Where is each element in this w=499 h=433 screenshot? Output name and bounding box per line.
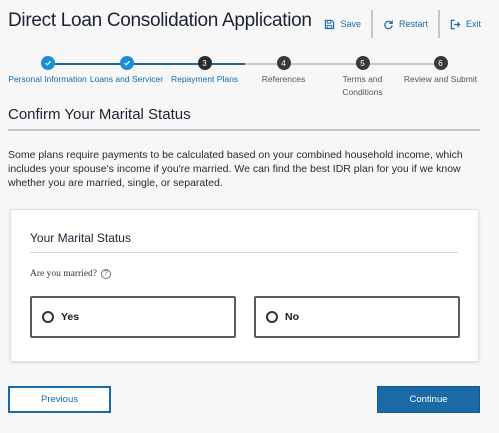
restart-icon bbox=[384, 19, 393, 29]
step-loans-and-servicer[interactable]: Loans and Servicer bbox=[87, 56, 166, 86]
check-icon bbox=[119, 56, 134, 70]
exit-icon bbox=[450, 19, 461, 29]
save-label: Save bbox=[340, 19, 361, 29]
option-yes-label: Yes bbox=[61, 311, 80, 323]
step-label: Review and Submit bbox=[403, 74, 478, 84]
exit-label: Exit bbox=[465, 19, 481, 29]
intro-text: Some plans require payments to be calcul… bbox=[8, 149, 463, 189]
save-icon bbox=[325, 19, 335, 29]
title-divider bbox=[8, 129, 480, 131]
married-question: Are you married? ? bbox=[30, 269, 111, 279]
step-personal-information[interactable]: Personal Information bbox=[8, 56, 87, 86]
help-icon[interactable]: ? bbox=[101, 269, 111, 279]
radio-yes[interactable] bbox=[42, 311, 54, 323]
previous-button[interactable]: Previous bbox=[8, 386, 111, 413]
step-label: Loans and Servicer bbox=[89, 74, 164, 84]
restart-button[interactable]: Restart bbox=[383, 11, 428, 37]
step-number: 5 bbox=[355, 56, 370, 70]
step-number: 6 bbox=[433, 56, 448, 70]
header-divider bbox=[370, 10, 373, 38]
step-review-and-submit: 6 Review and Submit bbox=[401, 56, 480, 86]
step-number: 4 bbox=[276, 56, 291, 70]
option-no-label: No bbox=[285, 311, 299, 323]
exit-button[interactable]: Exit bbox=[450, 11, 481, 37]
continue-button[interactable]: Continue bbox=[377, 386, 480, 413]
option-yes[interactable]: Yes bbox=[30, 296, 236, 338]
header-actions: Save Restart Exit bbox=[324, 10, 481, 38]
progress-stepper: Personal Information Loans and Servicer … bbox=[8, 56, 480, 100]
step-label: Personal Information bbox=[8, 74, 87, 84]
step-number: 3 bbox=[197, 56, 212, 70]
option-no[interactable]: No bbox=[254, 296, 460, 338]
step-label: References bbox=[261, 74, 306, 84]
page-title: Confirm Your Marital Status bbox=[8, 106, 191, 123]
marital-status-card: Your Marital Status Are you married? ? Y… bbox=[10, 209, 479, 362]
header-divider bbox=[437, 10, 440, 38]
radio-no[interactable] bbox=[266, 311, 278, 323]
step-references: 4 References bbox=[244, 56, 323, 86]
step-label: Terms and Conditions bbox=[342, 74, 383, 97]
question-label: Are you married? bbox=[30, 269, 97, 279]
card-title: Your Marital Status bbox=[30, 231, 131, 245]
restart-label: Restart bbox=[398, 19, 428, 29]
card-divider bbox=[30, 252, 458, 253]
check-icon bbox=[40, 56, 55, 70]
step-label: Repayment Plans bbox=[170, 74, 239, 84]
step-repayment-plans[interactable]: 3 Repayment Plans bbox=[165, 56, 244, 86]
save-button[interactable]: Save bbox=[324, 11, 361, 37]
step-terms-and-conditions: 5 Terms and Conditions bbox=[323, 56, 402, 99]
app-title: Direct Loan Consolidation Application bbox=[8, 10, 312, 31]
